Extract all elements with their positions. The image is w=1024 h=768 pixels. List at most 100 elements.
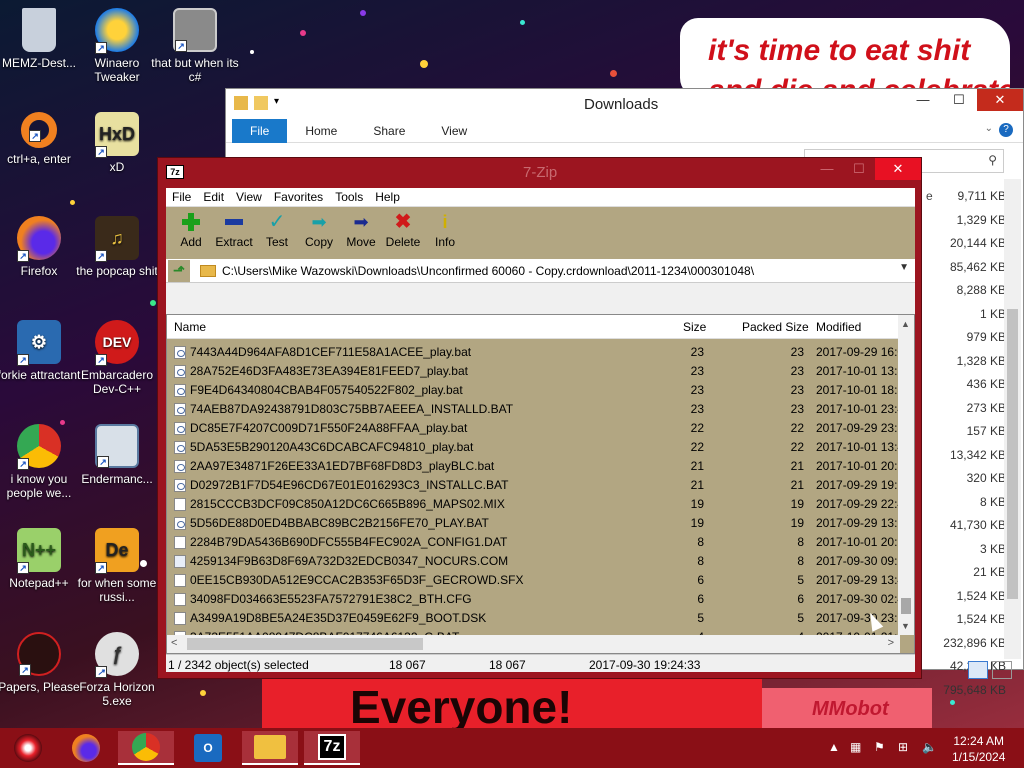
ribbon-expand-icon[interactable]: ⌄ bbox=[985, 123, 993, 134]
scroll-up-icon[interactable]: ▲ bbox=[901, 319, 910, 329]
tab-file[interactable]: File bbox=[232, 118, 288, 143]
taskbar-firefox[interactable] bbox=[58, 731, 114, 765]
help-icon[interactable]: ? bbox=[999, 123, 1013, 137]
table-row[interactable]: F9E4D64340804CBAB4F057540522F802_play.ba… bbox=[167, 381, 900, 400]
table-row[interactable]: 34098FD034663E5523FA7572791E38C2_BTH.CFG… bbox=[167, 590, 900, 609]
desktop-icon-xd[interactable]: HxD ↗ xD bbox=[72, 112, 162, 174]
table-row[interactable]: DC85E7F4207C009D71F550F24A88FFAA_play.ba… bbox=[167, 419, 900, 438]
table-row[interactable]: 2284B79DA5436B690DFC555B4FEC902A_CONFIG1… bbox=[167, 533, 900, 552]
sevenzip-titlebar[interactable]: 7z 7-Zip — ☐ ✕ bbox=[158, 158, 921, 186]
scroll-right-icon[interactable]: > bbox=[888, 637, 894, 649]
explorer-close-button[interactable]: ✕ bbox=[977, 89, 1023, 111]
address-dropdown-icon[interactable]: ▼ bbox=[899, 262, 909, 273]
menu-edit[interactable]: Edit bbox=[197, 190, 230, 204]
large-icons-view-icon[interactable] bbox=[992, 661, 1012, 679]
desktop-icon-de[interactable]: De ↗ for when some russi... bbox=[72, 528, 162, 604]
file-size-cell: 22 bbox=[690, 440, 704, 454]
table-row[interactable]: A3499A19D8BE5A24E35D37E0459E62F9_BOOT.DS… bbox=[167, 609, 900, 628]
menu-help[interactable]: Help bbox=[369, 190, 406, 204]
scroll-down-icon[interactable]: ▼ bbox=[901, 621, 910, 631]
file-size-cell: 19 bbox=[690, 516, 704, 530]
desktop-icon-endermanch[interactable]: ↗ Endermanc... bbox=[72, 424, 162, 486]
explorer-maximize-button[interactable]: ☐ bbox=[941, 89, 977, 111]
file-list-hscroll-thumb[interactable] bbox=[187, 638, 423, 650]
address-path[interactable]: C:\Users\Mike Wazowski\Downloads\Unconfi… bbox=[222, 264, 754, 278]
menu-view[interactable]: View bbox=[230, 190, 268, 204]
sevenzip-close-button[interactable]: ✕ bbox=[875, 158, 921, 180]
sevenzip-maximize-button[interactable]: ☐ bbox=[843, 158, 875, 180]
column-name[interactable]: Name bbox=[174, 320, 206, 334]
explorer-size-cell: 1,329 KB bbox=[956, 212, 1006, 227]
sevenzip-address-bar[interactable]: ⬏ C:\Users\Mike Wazowski\Downloads\Uncon… bbox=[166, 259, 915, 283]
table-row[interactable]: 2AA97E34871F26EE33A1ED7BF68FD8D3_playBLC… bbox=[167, 457, 900, 476]
menu-file[interactable]: File bbox=[166, 190, 197, 204]
menu-tools[interactable]: Tools bbox=[329, 190, 369, 204]
new-folder-icon[interactable] bbox=[254, 96, 268, 110]
desktop-icon-popcap[interactable]: ♫ ↗ the popcap shit bbox=[72, 216, 162, 278]
desktop-icon-c-sharp[interactable]: ↗ that but when its c# bbox=[150, 8, 240, 84]
file-list-hscroll[interactable]: < > bbox=[167, 635, 900, 653]
properties-icon[interactable] bbox=[234, 96, 248, 110]
executable-icon bbox=[174, 555, 186, 568]
sevenzip-window[interactable]: 7z 7-Zip — ☐ ✕ File Edit View Favorites … bbox=[157, 157, 922, 679]
explorer-size-cell: 1 KB bbox=[979, 306, 1006, 321]
tray-overflow-icon[interactable]: ▲ bbox=[828, 740, 840, 754]
taskbar-sevenzip[interactable]: 7z bbox=[304, 731, 360, 765]
tray-network-icon[interactable]: ⊞ bbox=[898, 740, 908, 754]
explorer-scrollbar[interactable] bbox=[1004, 179, 1021, 659]
delete-button[interactable]: ✖ Delete bbox=[382, 207, 424, 259]
table-row[interactable]: 5DA53E5B290120A43C6DCABCAFC94810_play.ba… bbox=[167, 438, 900, 457]
add-button[interactable]: Add bbox=[170, 207, 212, 259]
tray-flag-icon[interactable]: ⚑ bbox=[874, 740, 885, 754]
info-button[interactable]: i Info bbox=[424, 207, 466, 259]
sevenzip-minimize-button[interactable]: — bbox=[811, 158, 843, 180]
column-size[interactable]: Size bbox=[683, 320, 706, 334]
tray-volume-icon[interactable]: 🔈 bbox=[922, 740, 937, 754]
table-row[interactable]: 28A752E46D3FA483E73EA394E81FEED7_play.ba… bbox=[167, 362, 900, 381]
menu-favorites[interactable]: Favorites bbox=[268, 190, 329, 204]
taskbar-chrome[interactable] bbox=[118, 731, 174, 765]
table-row[interactable]: 5D56DE88D0ED4BBABC89BC2B2156FE70_PLAY.BA… bbox=[167, 514, 900, 533]
file-list-vscroll[interactable]: ▲ ▼ bbox=[898, 315, 914, 635]
taskbar-outlook[interactable]: O bbox=[180, 731, 236, 765]
explorer-titlebar[interactable]: ▾ Downloads — ☐ ✕ bbox=[226, 89, 1023, 119]
table-row[interactable]: 0EE15CB930DA512E9CCAC2B353F65D3F_GECROWD… bbox=[167, 571, 900, 590]
copy-button[interactable]: ➡ Copy bbox=[298, 207, 340, 259]
file-name-cell: 5DA53E5B290120A43C6DCABCAFC94810_play.ba… bbox=[190, 440, 474, 454]
desktop-icon-forza[interactable]: ƒ ↗ Forza Horizon 5.exe bbox=[72, 632, 162, 708]
explorer-size-cell: 157 KB bbox=[966, 424, 1006, 438]
tab-share[interactable]: Share bbox=[355, 119, 423, 143]
table-row[interactable]: 7443A44D964AFA8D1CEF711E58A1ACEE_play.ba… bbox=[167, 343, 900, 362]
desktop-banner-top: it's time to eat shit and die and celebr… bbox=[680, 18, 1010, 98]
chevron-down-icon[interactable]: ▾ bbox=[274, 96, 279, 110]
table-row[interactable]: 4259134F9B63D8F69A732D32EDCB0347_NOCURS.… bbox=[167, 552, 900, 571]
file-list[interactable]: Name Size Packed Size Modified 7443A44D9… bbox=[166, 314, 915, 654]
file-name-cell: A3499A19D8BE5A24E35D37E0459E62F9_BOOT.DS… bbox=[190, 611, 487, 625]
explorer-size-cell: 21 KB bbox=[973, 565, 1006, 579]
desktop-icon-devcpp[interactable]: DEV ↗ Embarcadero Dev-C++ bbox=[72, 320, 162, 396]
taskbar-clock[interactable]: 12:24 AM 1/15/2024 bbox=[952, 733, 1005, 765]
tray-network-share-icon[interactable]: ▦ bbox=[850, 740, 861, 754]
folder-up-button[interactable]: ⬏ bbox=[168, 259, 190, 282]
explorer-minimize-button[interactable]: — bbox=[905, 89, 941, 111]
extract-button[interactable]: Extract bbox=[212, 207, 256, 259]
scroll-left-icon[interactable]: < bbox=[171, 637, 177, 649]
desktop-icon-winaero[interactable]: ↗ Winaero Tweaker bbox=[72, 8, 162, 84]
start-button[interactable] bbox=[0, 731, 56, 765]
taskbar-file-explorer[interactable] bbox=[242, 731, 298, 765]
table-row[interactable]: 2815CCCB3DCF09C850A12DC6C665B896_MAPS02.… bbox=[167, 495, 900, 514]
move-button[interactable]: ➡ Move bbox=[340, 207, 382, 259]
table-row[interactable]: D02972B1F7D54E96CD67E01E016293C3_INSTALL… bbox=[167, 476, 900, 495]
explorer-size-cell: 979 KB bbox=[966, 330, 1006, 344]
test-button[interactable]: ✓ Test bbox=[256, 207, 298, 259]
tab-home[interactable]: Home bbox=[287, 119, 355, 143]
file-list-vscroll-thumb[interactable] bbox=[901, 598, 911, 614]
explorer-scrollbar-thumb[interactable] bbox=[1007, 309, 1018, 599]
tab-view[interactable]: View bbox=[423, 119, 485, 143]
column-modified[interactable]: Modified bbox=[816, 320, 861, 334]
table-row[interactable]: 74AEB87DA92438791D803C75BB7AEEEA_INSTALL… bbox=[167, 400, 900, 419]
column-packed-size[interactable]: Packed Size bbox=[742, 320, 809, 334]
file-packed-size-cell: 8 bbox=[797, 535, 804, 549]
details-view-icon[interactable] bbox=[968, 661, 988, 679]
quick-access-toolbar[interactable]: ▾ bbox=[234, 96, 279, 110]
